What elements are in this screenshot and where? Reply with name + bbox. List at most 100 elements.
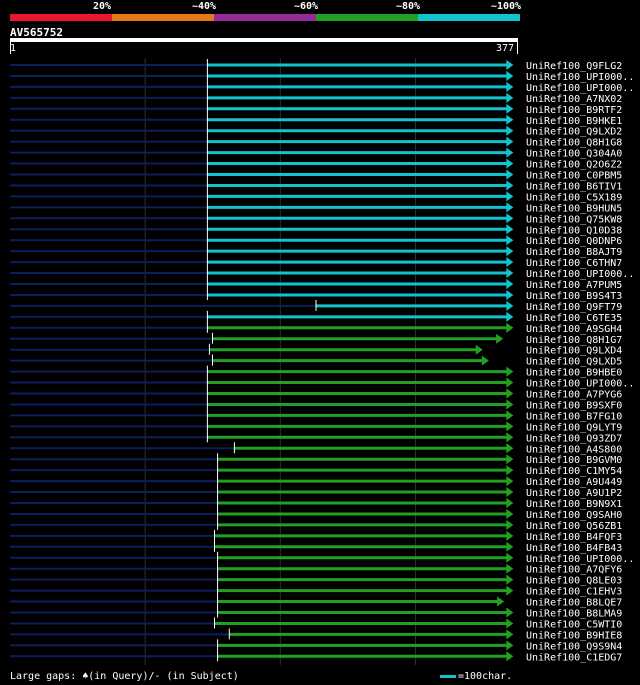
hit-label[interactable]: UniRef100_Q9SAH0: [526, 510, 622, 521]
hit-label[interactable]: UniRef100_Q2O6Z2: [526, 160, 622, 171]
hit-label[interactable]: UniRef100_A7PYG6: [526, 390, 622, 401]
hit-label[interactable]: UniRef100_B9N9X1: [526, 499, 622, 510]
hit-label[interactable]: UniRef100_Q93ZD7: [526, 433, 622, 444]
hit-label[interactable]: UniRef100_B6TIV1: [526, 181, 622, 192]
hit-row[interactable]: UniRef100_Q9LYT9: [10, 420, 622, 433]
hit-label[interactable]: UniRef100_B4FQF3: [526, 532, 622, 543]
hit-label[interactable]: UniRef100_B8AJT9: [526, 247, 622, 258]
hit-label[interactable]: UniRef100_B9GVM0: [526, 455, 622, 466]
hit-label[interactable]: UniRef100_C6THN7: [526, 258, 622, 269]
hit-label[interactable]: UniRef100_Q9LXD2: [526, 127, 622, 138]
hit-label[interactable]: UniRef100_A9SGH4: [526, 324, 622, 335]
hit-label[interactable]: UniRef100_A9U1P2: [526, 488, 622, 499]
hit-row[interactable]: UniRef100_B7FG10: [10, 409, 622, 422]
hit-label[interactable]: UniRef100_Q9LXD5: [526, 357, 622, 368]
hit-row[interactable]: UniRef100_B9RTF2: [10, 102, 622, 116]
hit-label[interactable]: UniRef100_Q75KW8: [526, 214, 622, 225]
hit-row[interactable]: UniRef100_Q0DNP6: [10, 234, 622, 247]
hit-label[interactable]: UniRef100_A7NX02: [526, 94, 622, 105]
hit-label[interactable]: UniRef100_B9HIE8: [526, 630, 622, 641]
hit-row[interactable]: UniRef100_Q10D38: [10, 223, 622, 236]
hit-label[interactable]: UniRef100_C6TE35: [526, 313, 622, 324]
hit-row[interactable]: UniRef100_UPI000..: [10, 69, 634, 83]
hit-row[interactable]: UniRef100_B6TIV1: [10, 179, 622, 192]
hit-row[interactable]: UniRef100_C5X189: [10, 190, 622, 203]
hit-row[interactable]: UniRef100_A9U1P2: [10, 486, 622, 499]
hit-row[interactable]: UniRef100_Q75KW8: [10, 212, 622, 225]
hit-label[interactable]: UniRef100_Q8H1G8: [526, 138, 622, 149]
hit-label[interactable]: UniRef100_Q10D38: [526, 225, 622, 236]
hit-row[interactable]: UniRef100_Q304A0: [10, 146, 622, 160]
hit-row[interactable]: UniRef100_C1MY54: [10, 464, 622, 477]
hit-row[interactable]: UniRef100_A7PYG6: [10, 387, 622, 401]
hit-row[interactable]: UniRef100_Q9FLG2: [10, 59, 622, 72]
hit-label[interactable]: UniRef100_Q56ZB1: [526, 521, 622, 532]
hit-row[interactable]: UniRef100_Q93ZD7: [10, 431, 622, 444]
hit-row[interactable]: UniRef100_C5WTI0: [10, 617, 622, 630]
hit-row[interactable]: UniRef100_UPI000..: [10, 376, 634, 390]
hit-row[interactable]: UniRef100_Q9FT79: [10, 299, 622, 313]
hit-label[interactable]: UniRef100_B9SXF0: [526, 400, 622, 411]
hit-row[interactable]: UniRef100_B8AJT9: [10, 245, 622, 258]
hit-label[interactable]: UniRef100_Q304A0: [526, 149, 622, 160]
hit-label[interactable]: UniRef100_A7PUM5: [526, 280, 622, 291]
hit-row[interactable]: UniRef100_Q9LXD4: [10, 343, 622, 357]
hit-row[interactable]: UniRef100_Q56ZB1: [10, 518, 622, 532]
hit-label[interactable]: UniRef100_B9RTF2: [526, 105, 622, 116]
hit-label[interactable]: UniRef100_A9U449: [526, 477, 622, 488]
hit-label[interactable]: UniRef100_Q0DNP6: [526, 236, 622, 247]
hit-row[interactable]: UniRef100_Q8H1G8: [10, 135, 622, 149]
hit-row[interactable]: UniRef100_Q9LXD2: [10, 124, 622, 138]
hit-label[interactable]: UniRef100_B9HBE0: [526, 368, 622, 379]
hit-row[interactable]: UniRef100_B9GVM0: [10, 453, 622, 466]
hit-label[interactable]: UniRef100_B9HKE1: [526, 116, 622, 127]
hit-row[interactable]: UniRef100_C6TE35: [10, 310, 622, 324]
hit-row[interactable]: UniRef100_UPI000..: [10, 80, 634, 94]
hit-row[interactable]: UniRef100_Q8LE03: [10, 573, 622, 587]
hit-row[interactable]: UniRef100_Q9S9N4: [10, 639, 622, 652]
hit-label[interactable]: UniRef100_C1EDG7: [526, 652, 622, 663]
hit-label[interactable]: UniRef100_Q8LE03: [526, 576, 622, 587]
hit-row[interactable]: UniRef100_B9N9X1: [10, 497, 622, 510]
hit-row[interactable]: UniRef100_A7PUM5: [10, 278, 622, 291]
hit-label[interactable]: UniRef100_C1EHV3: [526, 587, 622, 598]
hit-label[interactable]: UniRef100_Q9FLG2: [526, 61, 622, 72]
hit-label[interactable]: UniRef100_Q9FT79: [526, 302, 622, 313]
hit-row[interactable]: UniRef100_Q9LXD5: [10, 354, 622, 368]
hit-label[interactable]: UniRef100_B9S4T3: [526, 291, 622, 302]
hit-label[interactable]: UniRef100_C5X189: [526, 192, 622, 203]
hit-label[interactable]: UniRef100_UPI000..: [526, 269, 634, 280]
hit-row[interactable]: UniRef100_B9HUN5: [10, 201, 622, 214]
hit-row[interactable]: UniRef100_C1EDG7: [10, 650, 622, 663]
hit-row[interactable]: UniRef100_B9HBE0: [10, 365, 622, 379]
hit-label[interactable]: UniRef100_B4FB43: [526, 543, 622, 554]
hit-row[interactable]: UniRef100_B9HIE8: [10, 628, 622, 641]
hit-label[interactable]: UniRef100_A7QFY6: [526, 565, 622, 576]
hit-row[interactable]: UniRef100_B9SXF0: [10, 398, 622, 411]
hit-row[interactable]: UniRef100_A9SGH4: [10, 321, 622, 335]
hit-label[interactable]: UniRef100_UPI000..: [526, 554, 634, 565]
hit-label[interactable]: UniRef100_UPI000..: [526, 379, 634, 390]
hit-row[interactable]: UniRef100_Q8H1G7: [10, 332, 622, 346]
hit-row[interactable]: UniRef100_C6THN7: [10, 256, 622, 269]
hit-label[interactable]: UniRef100_B7FG10: [526, 411, 622, 422]
hit-row[interactable]: UniRef100_Q9SAH0: [10, 507, 622, 521]
hit-label[interactable]: UniRef100_B9HUN5: [526, 203, 622, 214]
hit-row[interactable]: UniRef100_A7QFY6: [10, 562, 622, 576]
hit-row[interactable]: UniRef100_C1EHV3: [10, 584, 622, 598]
hit-label[interactable]: UniRef100_A4S800: [526, 444, 622, 455]
hit-label[interactable]: UniRef100_C5WTI0: [526, 619, 622, 630]
hit-label[interactable]: UniRef100_Q9S9N4: [526, 641, 622, 652]
hit-row[interactable]: UniRef100_UPI000..: [10, 267, 634, 280]
hit-row[interactable]: UniRef100_A9U449: [10, 475, 622, 488]
hit-row[interactable]: UniRef100_B9HKE1: [10, 113, 622, 127]
hit-row[interactable]: UniRef100_B4FQF3: [10, 529, 622, 543]
hit-label[interactable]: UniRef100_UPI000..: [526, 72, 634, 83]
hit-row[interactable]: UniRef100_B8LMA9: [10, 606, 622, 620]
hit-label[interactable]: UniRef100_B8LMA9: [526, 609, 622, 620]
hit-label[interactable]: UniRef100_B8LQE7: [526, 598, 622, 609]
hit-label[interactable]: UniRef100_UPI000..: [526, 83, 634, 94]
hit-row[interactable]: UniRef100_Q2O6Z2: [10, 157, 622, 171]
hit-row[interactable]: UniRef100_A7NX02: [10, 91, 622, 105]
hit-label[interactable]: UniRef100_Q9LYT9: [526, 422, 622, 433]
